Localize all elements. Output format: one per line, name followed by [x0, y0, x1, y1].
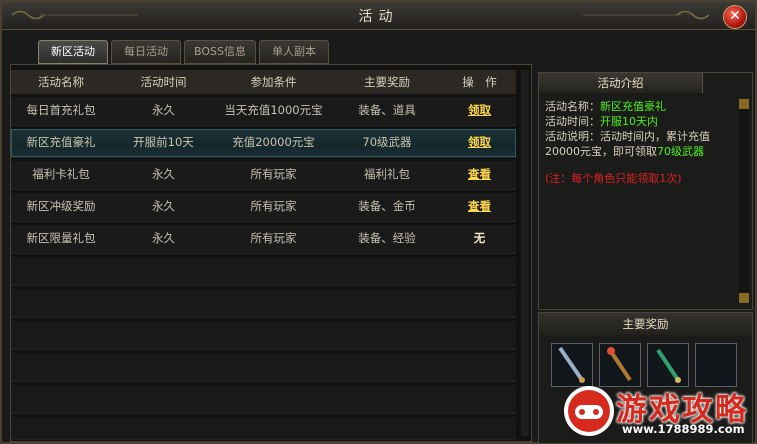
header-action: 操 作	[462, 75, 497, 89]
watermark-url: www.1788989.com	[622, 422, 745, 436]
empty-row	[11, 353, 516, 382]
table-row[interactable]: 新区冲级奖励 永久 所有玩家 装备、金币 查看	[11, 193, 516, 222]
empty-row	[11, 417, 516, 440]
tab-solo-dungeon[interactable]: 单人副本	[259, 40, 329, 64]
view-button[interactable]: 查看	[443, 193, 516, 219]
cell-name: 每日首充礼包	[26, 103, 96, 117]
claim-button[interactable]: 领取	[443, 129, 516, 155]
tab-daily-events[interactable]: 每日活动	[111, 40, 181, 64]
cell-time: 永久	[152, 167, 175, 181]
cell-reward: 装备、金币	[358, 199, 416, 213]
cell-time: 永久	[152, 199, 175, 213]
title-bar[interactable]: 活动 ✕	[2, 2, 755, 30]
tab-boss-info[interactable]: BOSS信息	[184, 40, 256, 64]
cell-condition: 所有玩家	[250, 199, 297, 213]
intro-time-label: 活动时间：	[545, 115, 600, 128]
reward-slot-weapon-icon[interactable]	[551, 343, 593, 387]
cell-name: 新区冲级奖励	[26, 199, 96, 213]
cell-name: 新区限量礼包	[26, 231, 96, 245]
reward-slot-staff-icon[interactable]	[599, 343, 641, 387]
view-button[interactable]: 查看	[443, 161, 516, 187]
intro-panel: 活动介绍 活动名称：新区充值豪礼 活动时间：开服10天内 活动说明：活动时间内，…	[538, 72, 753, 310]
cell-name: 新区充值豪礼	[26, 135, 96, 149]
table-row[interactable]: 福利卡礼包 永久 所有玩家 福利礼包 查看	[11, 161, 516, 190]
empty-row	[11, 385, 516, 414]
table-row-selected[interactable]: 新区充值豪礼 开服前10天 充值20000元宝 70级武器 领取	[11, 129, 516, 158]
cell-condition: 当天充值1000元宝	[224, 103, 323, 117]
intro-scrollbar[interactable]	[739, 99, 749, 303]
close-button[interactable]: ✕	[723, 5, 747, 29]
rewards-heading: 主要奖励	[539, 313, 752, 335]
cell-condition: 所有玩家	[250, 167, 297, 181]
intro-desc-value: 70级武器	[657, 145, 704, 158]
intro-name-label: 活动名称：	[545, 100, 600, 113]
empty-row	[11, 289, 516, 318]
intro-time-value: 开服10天内	[600, 115, 658, 128]
intro-name-value: 新区充值豪礼	[600, 100, 666, 113]
table-scrollbar[interactable]	[521, 70, 529, 436]
cell-condition: 所有玩家	[250, 231, 297, 245]
activity-window: 活动 ✕ 新区活动 每日活动 BOSS信息 单人副本 活动名称 活动时间 参加条…	[0, 0, 757, 444]
table-row[interactable]: 新区限量礼包 永久 所有玩家 装备、经验 无	[11, 225, 516, 254]
table-header: 活动名称 活动时间 参加条件 主要奖励 操 作	[11, 70, 516, 94]
activity-table: 活动名称 活动时间 参加条件 主要奖励 操 作 每日首充礼包 永久 当天充值10…	[10, 64, 532, 442]
cell-reward: 装备、道具	[358, 103, 416, 117]
ornament-right-icon	[583, 10, 710, 20]
intro-note: (注：每个角色只能领取1次)	[545, 172, 682, 185]
table-row[interactable]: 每日首充礼包 永久 当天充值1000元宝 装备、道具 领取	[11, 97, 516, 126]
cell-reward: 装备、经验	[358, 231, 416, 245]
reward-slot-blade-icon[interactable]	[647, 343, 689, 387]
header-condition: 参加条件	[250, 75, 297, 89]
cell-time: 永久	[152, 231, 175, 245]
intro-text: 活动名称：新区充值豪礼 活动时间：开服10天内 活动说明：活动时间内，累计充值2…	[545, 99, 733, 186]
header-reward: 主要奖励	[364, 75, 410, 89]
watermark-logo: 游戏攻略 www.1788989.com	[542, 382, 755, 442]
action-none-label: 无	[473, 231, 486, 245]
cell-time: 开服前10天	[133, 135, 194, 149]
cell-name: 福利卡礼包	[32, 167, 90, 181]
cell-condition: 充值20000元宝	[232, 135, 315, 149]
header-time: 活动时间	[140, 75, 187, 89]
cell-reward: 70级武器	[362, 135, 412, 149]
scroll-up-icon[interactable]	[739, 99, 749, 109]
cell-time: 永久	[152, 103, 175, 117]
empty-row	[11, 321, 516, 350]
header-name: 活动名称	[38, 75, 84, 89]
gamepad-logo-icon	[564, 386, 614, 436]
reward-slot-empty[interactable]	[695, 343, 737, 387]
tab-new-server-events[interactable]: 新区活动	[38, 40, 108, 64]
empty-row	[11, 257, 516, 286]
scroll-down-icon[interactable]	[739, 293, 749, 303]
intro-heading: 活动介绍	[539, 73, 703, 93]
cell-reward: 福利礼包	[364, 167, 410, 181]
claim-button[interactable]: 领取	[443, 97, 516, 123]
